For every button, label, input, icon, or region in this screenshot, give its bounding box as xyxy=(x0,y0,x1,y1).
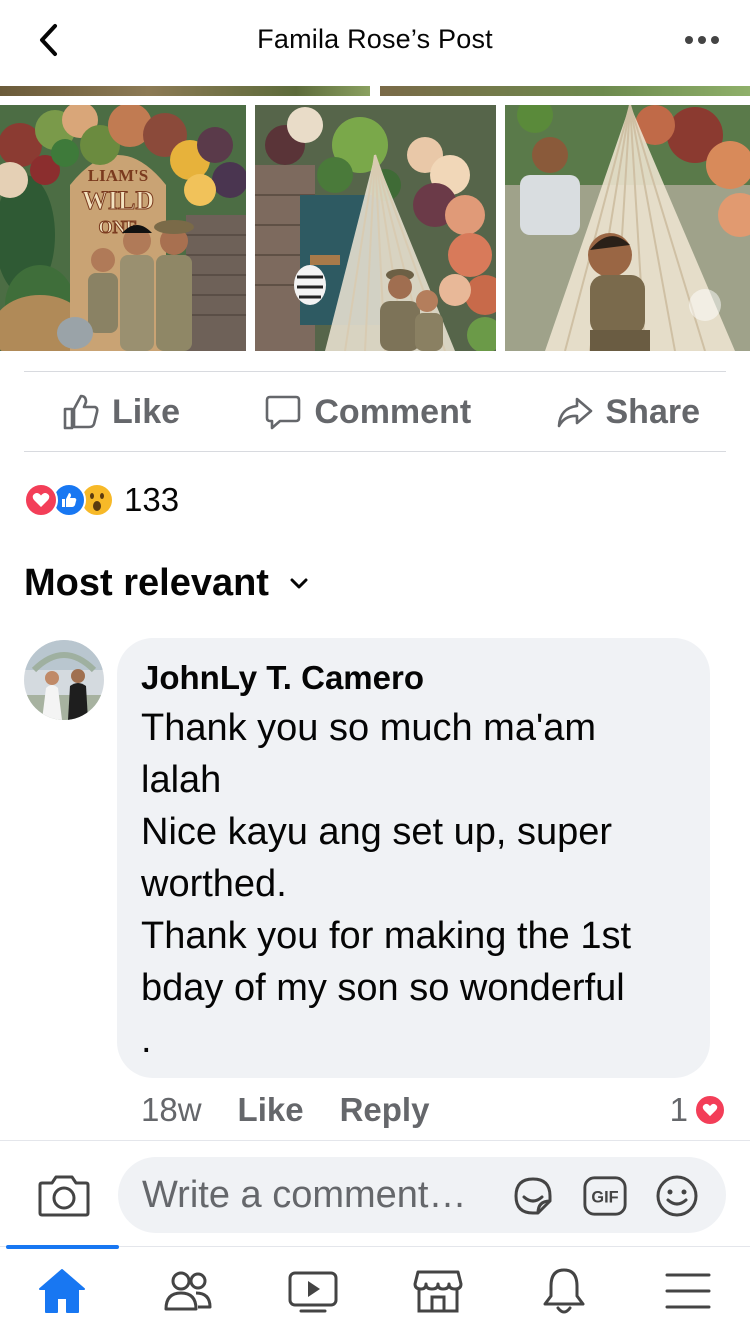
comment-timestamp[interactable]: 18w xyxy=(141,1091,202,1129)
sticker-button[interactable] xyxy=(510,1173,556,1219)
reaction-count: 133 xyxy=(124,481,180,518)
post-photo-3[interactable] xyxy=(505,105,750,351)
bottom-tab-bar xyxy=(0,1245,750,1334)
tab-marketplace[interactable] xyxy=(408,1263,468,1319)
comment-composer: GIF xyxy=(0,1140,750,1246)
share-arrow-icon xyxy=(557,397,592,428)
share-button[interactable]: Share xyxy=(556,392,701,432)
comment-text: Thank you so much ma'am lalah Nice kayu … xyxy=(141,707,632,1061)
comment-like-button[interactable]: Like xyxy=(238,1091,304,1129)
reaction-summary[interactable]: 133 xyxy=(24,480,179,520)
svg-text:GIF: GIF xyxy=(591,1189,618,1207)
photo-edge-left[interactable] xyxy=(0,86,370,96)
active-tab-indicator xyxy=(6,1245,119,1249)
sticker-icon xyxy=(514,1177,552,1215)
marketplace-icon xyxy=(413,1270,463,1313)
video-icon xyxy=(288,1271,338,1313)
thumbs-up-icon xyxy=(63,394,99,430)
svg-text:WILD: WILD xyxy=(82,186,154,215)
emoji-button[interactable] xyxy=(654,1173,700,1219)
comment-bubble-icon xyxy=(266,395,301,430)
comment-label: Comment xyxy=(314,392,472,431)
post-photo-2[interactable] xyxy=(255,105,496,351)
gif-button[interactable]: GIF xyxy=(582,1173,628,1219)
tab-home[interactable] xyxy=(32,1263,92,1319)
post-action-bar: Like Comment Share xyxy=(24,372,726,452)
bell-icon xyxy=(543,1268,585,1314)
commenter-avatar[interactable] xyxy=(24,640,104,720)
friends-icon xyxy=(164,1271,212,1311)
like-label: Like xyxy=(112,392,181,431)
divider xyxy=(24,451,726,452)
gif-icon: GIF xyxy=(583,1176,627,1216)
comment-input[interactable] xyxy=(142,1173,502,1217)
camera-icon xyxy=(38,1175,90,1217)
camera-button[interactable] xyxy=(38,1173,90,1217)
home-icon xyxy=(39,1269,85,1313)
tab-menu[interactable] xyxy=(658,1263,718,1319)
tab-friends[interactable] xyxy=(158,1263,218,1319)
love-reaction-icon xyxy=(694,1094,726,1126)
more-options-button[interactable] xyxy=(682,22,722,58)
comment-bubble[interactable]: JohnLy T. Camero Thank you so much ma'am… xyxy=(117,638,710,1078)
photo-edge-right[interactable] xyxy=(380,86,750,96)
emoji-icon xyxy=(656,1175,698,1217)
sort-label: Most relevant xyxy=(24,562,269,604)
comment-input-container: GIF xyxy=(118,1157,726,1233)
chevron-down-icon xyxy=(290,578,308,588)
comment-reply-button[interactable]: Reply xyxy=(340,1091,430,1129)
love-reaction-icon xyxy=(24,483,58,517)
menu-icon xyxy=(665,1273,711,1309)
top-navigation-bar: Famila Rose’s Post xyxy=(0,0,750,86)
share-label: Share xyxy=(605,392,701,431)
comment-sort-dropdown[interactable]: Most relevant xyxy=(24,562,309,605)
comment-meta: 18w Like Reply 1 xyxy=(141,1090,726,1130)
comment-author[interactable]: JohnLy T. Camero xyxy=(141,656,684,700)
tab-watch[interactable] xyxy=(283,1263,343,1319)
comment-reaction-count: 1 xyxy=(669,1091,688,1128)
comment-button[interactable]: Comment xyxy=(264,393,471,432)
previous-photo-row xyxy=(0,86,750,96)
comment-reactions[interactable]: 1 xyxy=(670,1091,726,1129)
more-horizontal-icon xyxy=(685,36,719,44)
svg-text:LIAM'S: LIAM'S xyxy=(88,166,148,185)
like-button[interactable]: Like xyxy=(62,393,180,432)
photo-grid: LIAM'S WILD ONE xyxy=(0,105,750,351)
tab-notifications[interactable] xyxy=(534,1263,594,1319)
post-photo-1[interactable]: LIAM'S WILD ONE xyxy=(0,105,246,351)
page-title: Famila Rose’s Post xyxy=(257,24,493,54)
